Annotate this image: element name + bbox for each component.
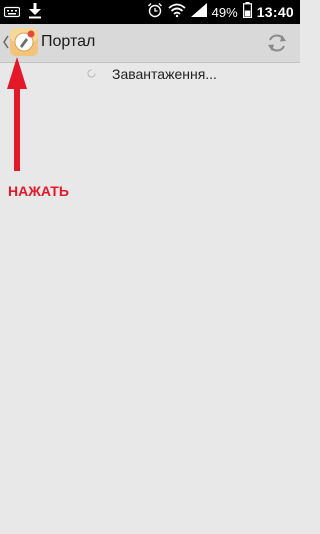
loading-text: Завантаження... [112,66,217,82]
page-title: Портал [41,33,96,50]
annotation-label: НАЖАТЬ [8,183,69,199]
app-icon[interactable] [9,27,39,57]
spinner-icon [87,69,96,78]
loading-indicator: Завантаження... [0,62,300,88]
keyboard-icon [3,5,21,23]
status-bar: 49% 13:40 [0,0,300,24]
battery-icon [242,1,252,23]
red-arrow-icon [7,57,27,171]
refresh-icon[interactable] [266,32,288,54]
clock-time: 13:40 [256,4,294,20]
wifi-icon [168,3,186,22]
download-icon [28,3,42,24]
battery-percent: 49% [211,4,238,20]
alarm-icon [147,2,163,23]
action-bar: Портал [0,24,300,63]
signal-icon [190,2,207,22]
